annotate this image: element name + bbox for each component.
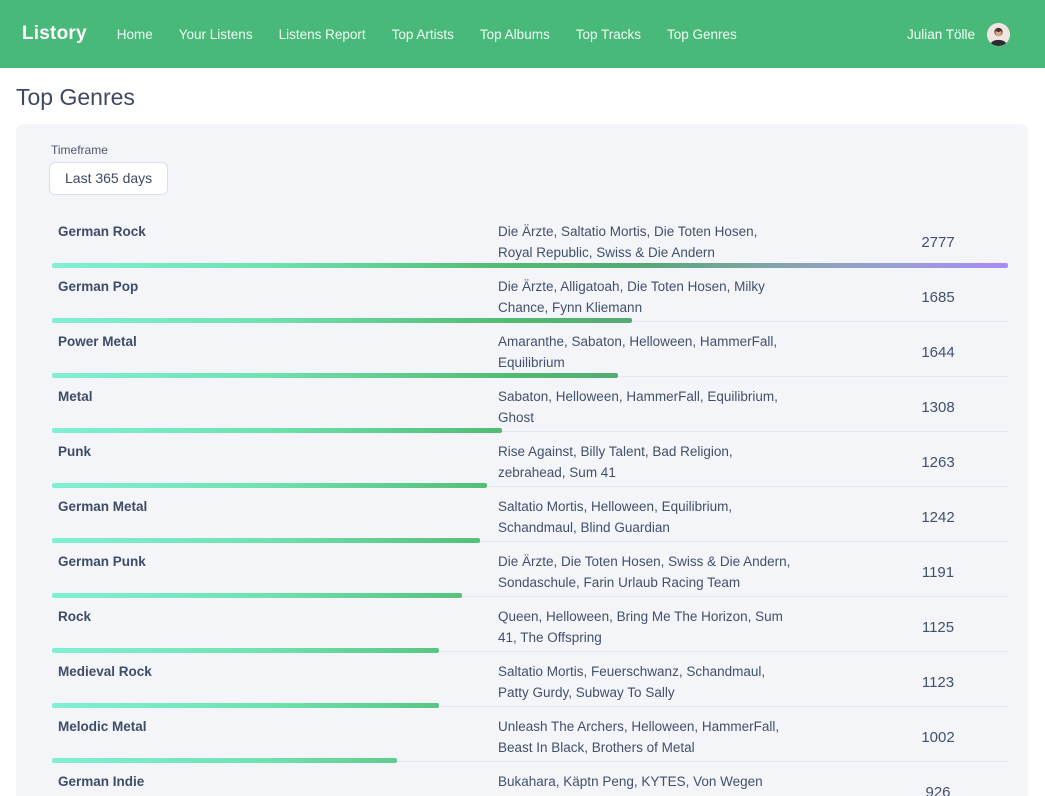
genre-name: Medieval Rock (52, 661, 495, 682)
page-title: Top Genres (16, 84, 1028, 111)
genre-name: German Metal (52, 496, 495, 517)
genre-progress-bar (52, 758, 397, 763)
genre-table: German Rock Die Ärzte, Saltatio Mortis, … (52, 212, 1008, 796)
genre-row: Rock Queen, Helloween, Bring Me The Hori… (52, 597, 1008, 652)
nav-item-top-tracks[interactable]: Top Tracks (576, 27, 641, 42)
genre-listen-count: 1644 (868, 344, 1008, 361)
genre-row: Medieval Rock Saltatio Mortis, Feuerschw… (52, 652, 1008, 707)
genre-artist-list: Amaranthe, Sabaton, Helloween, HammerFal… (495, 331, 793, 373)
genre-artist-list: Saltatio Mortis, Helloween, Equilibrium,… (495, 496, 793, 538)
genre-progress-bar (52, 318, 632, 323)
genre-listen-count: 1125 (868, 619, 1008, 636)
navbar: Listory Home Your Listens Listens Report To… (0, 0, 1045, 68)
genre-name: Punk (52, 441, 495, 462)
genre-artist-list: Die Ärzte, Die Toten Hosen, Swiss & Die … (495, 551, 793, 593)
genre-listen-count: 1242 (868, 509, 1008, 526)
genre-artist-list: Die Ärzte, Saltatio Mortis, Die Toten Ho… (495, 221, 793, 263)
nav-item-top-artists[interactable]: Top Artists (392, 27, 454, 42)
genre-listen-count: 1685 (868, 289, 1008, 306)
main-content: Top Genres Timeframe Last 365 days Germa… (0, 84, 1045, 796)
genre-name: German Punk (52, 551, 495, 572)
genre-name: Melodic Metal (52, 716, 495, 737)
genre-name: German Pop (52, 276, 495, 297)
genre-progress-bar (52, 538, 480, 543)
genre-listen-count: 1191 (868, 564, 1008, 581)
genre-name: Metal (52, 386, 495, 407)
genre-progress-bar (52, 373, 618, 378)
nav-item-top-albums[interactable]: Top Albums (480, 27, 550, 42)
genre-artist-list: Sabaton, Helloween, HammerFall, Equilibr… (495, 386, 793, 428)
timeframe-label: Timeframe (51, 143, 1008, 157)
genre-progress-bar (52, 483, 487, 488)
user-avatar[interactable] (987, 23, 1010, 46)
genre-name: German Rock (52, 221, 495, 242)
genre-listen-count: 1002 (868, 729, 1008, 746)
user-photo-icon (987, 23, 1010, 46)
genre-row: Punk Rise Against, Billy Talent, Bad Rel… (52, 432, 1008, 487)
genre-progress-bar (52, 593, 462, 598)
genre-listen-count: 1123 (868, 674, 1008, 691)
genre-row: German Pop Die Ärzte, Alligatoah, Die To… (52, 267, 1008, 322)
genre-progress-bar (52, 428, 502, 433)
genre-row: German Punk Die Ärzte, Die Toten Hosen, … (52, 542, 1008, 597)
genre-progress-bar (52, 263, 1008, 268)
nav-item-your-listens[interactable]: Your Listens (179, 27, 253, 42)
genre-artist-list: Unleash The Archers, Helloween, HammerFa… (495, 716, 793, 758)
genre-artist-list: Rise Against, Billy Talent, Bad Religion… (495, 441, 793, 483)
user-name[interactable]: Julian Tölle (907, 27, 975, 42)
genre-row: German Rock Die Ärzte, Saltatio Mortis, … (52, 212, 1008, 267)
genre-name: Rock (52, 606, 495, 627)
genre-listen-count: 2777 (868, 234, 1008, 251)
genre-listen-count: 1263 (868, 454, 1008, 471)
top-genres-card: Timeframe Last 365 days German Rock Die … (16, 124, 1028, 796)
genre-listen-count: 1308 (868, 399, 1008, 416)
nav-items: Home Your Listens Listens Report Top Artist… (117, 27, 737, 42)
nav-item-top-genres[interactable]: Top Genres (667, 27, 737, 42)
genre-listen-count: 926 (868, 784, 1008, 796)
genre-row: Metal Sabaton, Helloween, HammerFall, Eq… (52, 377, 1008, 432)
genre-name: German Indie (52, 771, 495, 792)
genre-artist-list: Queen, Helloween, Bring Me The Horizon, … (495, 606, 793, 648)
brand-logo[interactable]: Listory (22, 23, 87, 45)
nav-item-listens-report[interactable]: Listens Report (279, 27, 366, 42)
genre-row: German Metal Saltatio Mortis, Helloween,… (52, 487, 1008, 542)
nav-item-home[interactable]: Home (117, 27, 153, 42)
genre-artist-list: Bukahara, Käptn Peng, KYTES, Von Wegen L… (495, 771, 793, 796)
timeframe-select[interactable]: Last 365 days (49, 162, 168, 195)
genre-name: Power Metal (52, 331, 495, 352)
genre-row: German Indie Bukahara, Käptn Peng, KYTES… (52, 762, 1008, 796)
genre-artist-list: Saltatio Mortis, Feuerschwanz, Schandmau… (495, 661, 793, 703)
genre-row: Power Metal Amaranthe, Sabaton, Hellowee… (52, 322, 1008, 377)
genre-row: Melodic Metal Unleash The Archers, Hello… (52, 707, 1008, 762)
genre-artist-list: Die Ärzte, Alligatoah, Die Toten Hosen, … (495, 276, 793, 318)
genre-progress-bar (52, 703, 439, 708)
genre-progress-bar (52, 648, 439, 653)
